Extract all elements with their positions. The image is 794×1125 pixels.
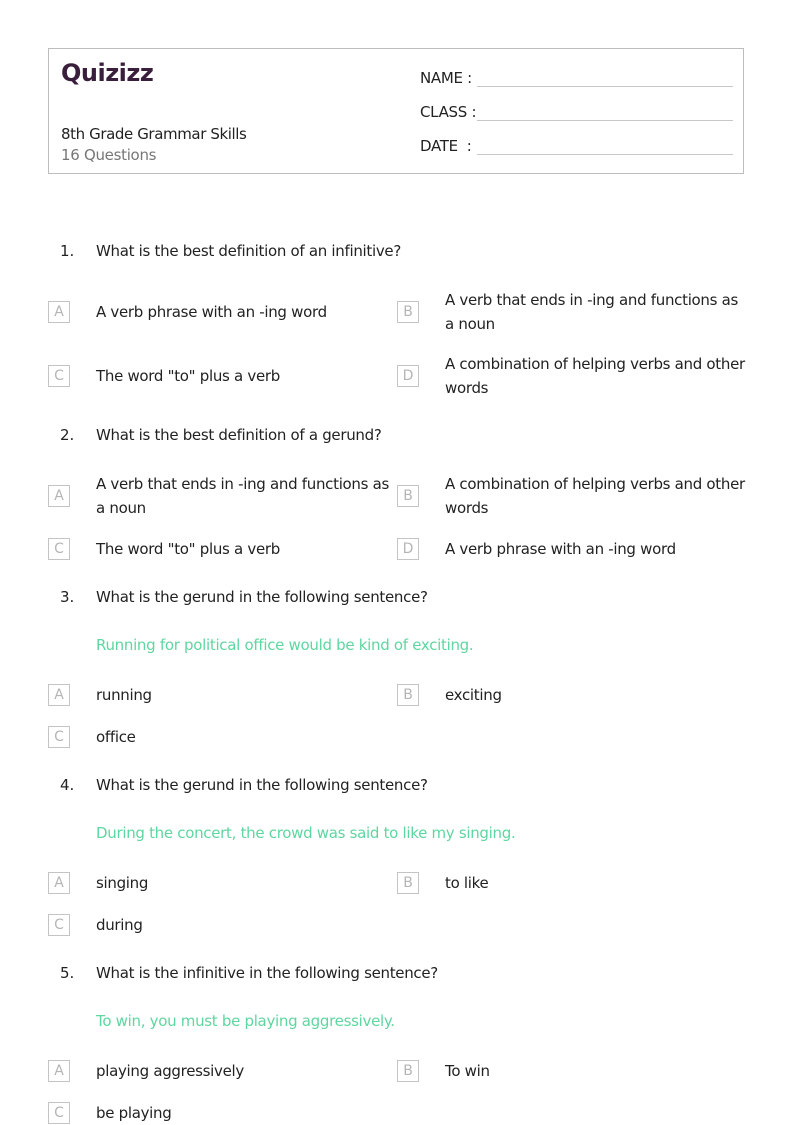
option-text: A verb phrase with an -ing word [445,540,676,558]
question-text: What is the gerund in the following sent… [96,588,428,606]
question-count: 16 Questions [61,146,157,164]
name-line[interactable] [477,86,733,87]
question-text: What is the infinitive in the following … [96,964,438,982]
question-text: What is the best definition of a gerund? [96,426,382,444]
option-text: A verb phrase with an -ing word [96,303,327,321]
option-letter-c[interactable]: C [48,538,70,560]
question-text: What is the best definition of an infini… [96,242,402,260]
worksheet-title: 8th Grade Grammar Skills [61,125,247,143]
option-text: to like [445,874,489,892]
option-text: A combination of helping verbs and other… [445,475,745,517]
option-letter-c[interactable]: C [48,726,70,748]
worksheet-header: Quizizz 8th Grade Grammar Skills 16 Ques… [48,48,744,174]
question-number: 5. [60,964,75,982]
quizizz-logo: Quizizz [61,59,154,87]
question-number: 3. [60,588,75,606]
option-text: exciting [445,686,502,704]
option-text: be playing [96,1104,172,1122]
option-letter-b[interactable]: B [397,1060,419,1082]
question-number: 1. [60,242,75,260]
option-text: office [96,728,136,746]
option-letter-a[interactable]: A [48,872,70,894]
option-letter-b[interactable]: B [397,684,419,706]
option-text: The word "to" plus a verb [96,367,280,385]
class-field[interactable]: CLASS : [420,103,733,121]
date-label: DATE : [420,137,472,155]
question-sentence: To win, you must be playing aggressively… [96,1012,395,1030]
question-sentence: During the concert, the crowd was said t… [96,824,516,842]
option-text: To win [445,1062,490,1080]
name-label: NAME : [420,69,472,87]
option-text: running [96,686,152,704]
option-text: A verb that ends in -ing and functions a… [96,475,390,517]
option-letter-b[interactable]: B [397,485,419,507]
question-number: 4. [60,776,75,794]
option-letter-c[interactable]: C [48,365,70,387]
option-letter-d[interactable]: D [397,538,419,560]
option-text: playing aggressively [96,1062,244,1080]
name-field[interactable]: NAME : [420,69,733,87]
option-text: The word "to" plus a verb [96,540,280,558]
option-letter-d[interactable]: D [397,365,419,387]
option-letter-c[interactable]: C [48,914,70,936]
date-field[interactable]: DATE : [420,137,733,155]
option-letter-a[interactable]: A [48,1060,70,1082]
option-letter-c[interactable]: C [48,1102,70,1124]
question-number: 2. [60,426,75,444]
option-letter-a[interactable]: A [48,485,70,507]
option-text: during [96,916,143,934]
date-line[interactable] [477,154,733,155]
option-text: singing [96,874,149,892]
option-text: A verb that ends in -ing and functions a… [445,291,739,333]
option-letter-b[interactable]: B [397,872,419,894]
question-sentence: Running for political office would be ki… [96,636,474,654]
class-label: CLASS : [420,103,477,121]
option-text: A combination of helping verbs and other… [445,355,745,397]
option-letter-a[interactable]: A [48,684,70,706]
class-line[interactable] [477,120,733,121]
question-text: What is the gerund in the following sent… [96,776,428,794]
option-letter-b[interactable]: B [397,301,419,323]
option-letter-a[interactable]: A [48,301,70,323]
